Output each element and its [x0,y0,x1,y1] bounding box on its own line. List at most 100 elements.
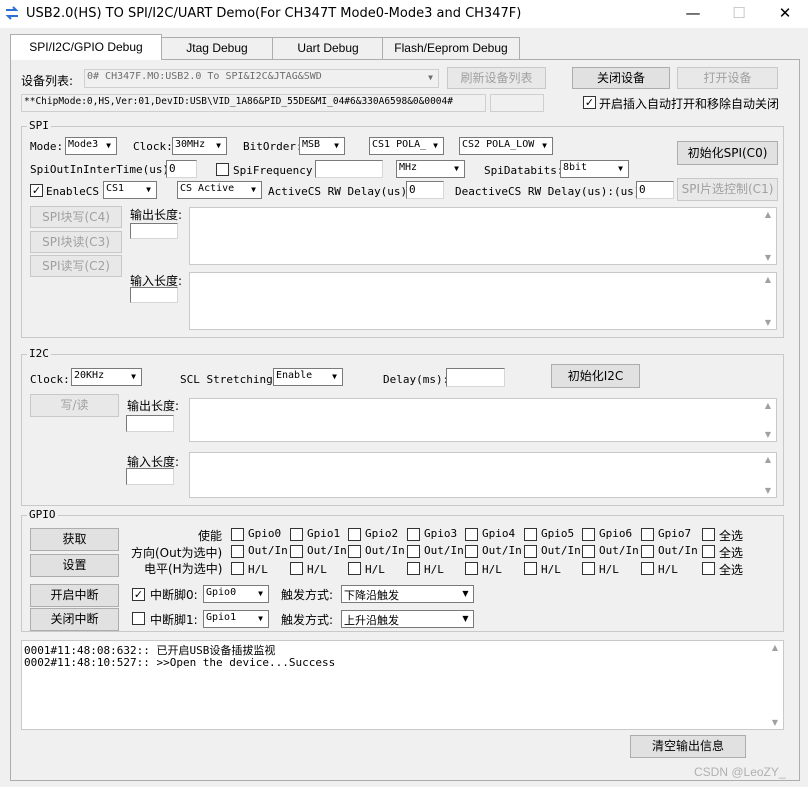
spi-interval-input[interactable]: 0 [166,160,197,178]
i2c-delay-input[interactable] [446,368,505,387]
spi-frequency-unit-select[interactable]: MHz ▼ [396,160,465,178]
minimize-button[interactable]: — [670,0,716,28]
gpio5-level-checkbox[interactable] [524,562,537,575]
gpio0-level-checkbox[interactable] [231,562,244,575]
level-select-all-checkbox[interactable] [702,562,715,575]
deactive-cs-delay-input[interactable]: 0 [636,181,674,199]
spi-cs-active-select[interactable]: CS Active ▼ [177,181,262,199]
scrollbar[interactable]: ▲ ▼ [760,453,776,497]
spi-mode-select[interactable]: Mode3 ▼ [65,137,117,155]
spi-block-write-button[interactable]: SPI块写(C4) [30,206,122,228]
direction-select-all-checkbox[interactable] [702,545,715,558]
gpio0-enable-checkbox[interactable] [231,528,244,541]
init-spi-button[interactable]: 初始化SPI(C0) [677,141,778,165]
scroll-down-icon[interactable]: ▼ [760,253,776,262]
interrupt0-trigger-select[interactable]: 下降沿触发 ▼ [341,585,474,603]
gpio-set-button[interactable]: 设置 [30,554,119,577]
scrollbar[interactable]: ▲ ▼ [760,208,776,264]
i2c-input-length-input[interactable] [126,468,174,485]
active-cs-delay-input[interactable]: 0 [406,181,444,199]
gpio1-level-checkbox[interactable] [290,562,303,575]
refresh-device-list-button[interactable]: 刷新设备列表 [447,67,546,89]
gpio7-direction-checkbox[interactable] [641,545,654,558]
scroll-up-icon[interactable]: ▲ [767,643,783,652]
spi-clock-select[interactable]: 30MHz ▼ [172,137,227,155]
gpio1-direction-checkbox[interactable] [290,545,303,558]
i2c-write-read-button[interactable]: 写/读 [30,394,119,417]
maximize-button[interactable]: ☐ [716,0,762,28]
gpio-get-button[interactable]: 获取 [30,528,119,551]
spi-cs-select[interactable]: CS1 ▼ [103,181,157,199]
spi-output-length-input[interactable] [130,223,178,239]
interrupt1-checkbox[interactable] [132,612,145,625]
scroll-up-icon[interactable]: ▲ [760,210,776,219]
scroll-down-icon[interactable]: ▼ [760,318,776,327]
gpio5-enable-checkbox[interactable] [524,528,537,541]
scroll-down-icon[interactable]: ▼ [767,718,783,727]
interrupt0-pin-select[interactable]: Gpio0 ▼ [203,585,269,603]
gpio6-direction-checkbox[interactable] [582,545,595,558]
enable-select-all-checkbox[interactable] [702,528,715,541]
gpio4-enable-checkbox[interactable] [465,528,478,541]
scroll-up-icon[interactable]: ▲ [760,455,776,464]
gpio1-enable-checkbox[interactable] [290,528,303,541]
spi-frequency-input[interactable] [315,160,383,178]
i2c-input-textarea[interactable]: ▲ ▼ [189,452,777,498]
auto-open-checkbox[interactable]: ✓ [583,96,596,109]
gpio3-enable-checkbox[interactable] [407,528,420,541]
spi-bitorder-select[interactable]: MSB ▼ [299,137,345,155]
spi-read-write-button[interactable]: SPI读写(C2) [30,255,122,277]
gpio2-direction-checkbox[interactable] [348,545,361,558]
interrupt-on-button[interactable]: 开启中断 [30,584,119,607]
open-device-button[interactable]: 打开设备 [677,67,778,89]
spi-frequency-checkbox[interactable] [216,163,229,176]
spi-input-textarea[interactable]: ▲ ▼ [189,272,777,330]
gpio2-level-checkbox[interactable] [348,562,361,575]
scrollbar[interactable]: ▲ ▼ [767,641,783,729]
gpio3-level-checkbox[interactable] [407,562,420,575]
spi-output-textarea[interactable]: ▲ ▼ [189,207,777,265]
close-button[interactable]: ✕ [762,0,808,28]
gpio7-enable-checkbox[interactable] [641,528,654,541]
scroll-down-icon[interactable]: ▼ [760,486,776,495]
init-i2c-button[interactable]: 初始化I2C [551,364,640,388]
gpio5-direction-checkbox[interactable] [524,545,537,558]
tab-spi-i2c-gpio[interactable]: SPI/I2C/GPIO Debug [10,34,162,60]
interrupt1-pin-select[interactable]: Gpio1 ▼ [203,610,269,628]
scroll-up-icon[interactable]: ▲ [760,275,776,284]
log-output[interactable]: 0001#11:48:08:632:: 已开启USB设备插拔监视 0002#11… [21,640,784,730]
gpio4-direction-checkbox[interactable] [465,545,478,558]
clear-output-button[interactable]: 清空输出信息 [630,735,746,758]
interrupt-off-button[interactable]: 关闭中断 [30,608,119,631]
gpio7-level-checkbox[interactable] [641,562,654,575]
interrupt0-checkbox[interactable]: ✓ [132,588,145,601]
scroll-up-icon[interactable]: ▲ [760,401,776,410]
deactive-cs-delay-label: DeactiveCS RW Delay(us):(us): [455,185,648,198]
spi-databits-select[interactable]: 8bit ▼ [560,160,629,178]
gpio6-level-checkbox[interactable] [582,562,595,575]
scrollbar[interactable]: ▲ ▼ [760,399,776,441]
enable-cs-checkbox[interactable]: ✓ [30,184,43,197]
spi-cs1-polarity-select[interactable]: CS1 POLA_ ▼ [369,137,444,155]
gpio0-direction-checkbox[interactable] [231,545,244,558]
gpio4-level-checkbox[interactable] [465,562,478,575]
tab-uart[interactable]: Uart Debug [272,37,384,59]
spi-block-read-button[interactable]: SPI块读(C3) [30,231,122,253]
spi-input-length-input[interactable] [130,287,178,303]
i2c-clock-select[interactable]: 20KHz ▼ [71,368,142,386]
spi-cs-control-button[interactable]: SPI片选控制(C1) [677,178,778,201]
device-list-select[interactable]: 0# CH347F.MO:USB2.0 To SPI&I2C&JTAG&SWD … [84,69,439,88]
i2c-output-textarea[interactable]: ▲ ▼ [189,398,777,442]
gpio3-direction-checkbox[interactable] [407,545,420,558]
scl-stretching-select[interactable]: Enable ▼ [273,368,343,386]
tab-jtag[interactable]: Jtag Debug [160,37,274,59]
spi-cs2-polarity-select[interactable]: CS2 POLA_LOW ▼ [459,137,553,155]
scrollbar[interactable]: ▲ ▼ [760,273,776,329]
close-device-button[interactable]: 关闭设备 [572,67,670,89]
scroll-down-icon[interactable]: ▼ [760,430,776,439]
gpio2-enable-checkbox[interactable] [348,528,361,541]
gpio6-enable-checkbox[interactable] [582,528,595,541]
interrupt1-trigger-select[interactable]: 上升沿触发 ▼ [341,610,474,628]
tab-flash-eeprom[interactable]: Flash/Eeprom Debug [382,37,520,59]
i2c-output-length-input[interactable] [126,415,174,432]
